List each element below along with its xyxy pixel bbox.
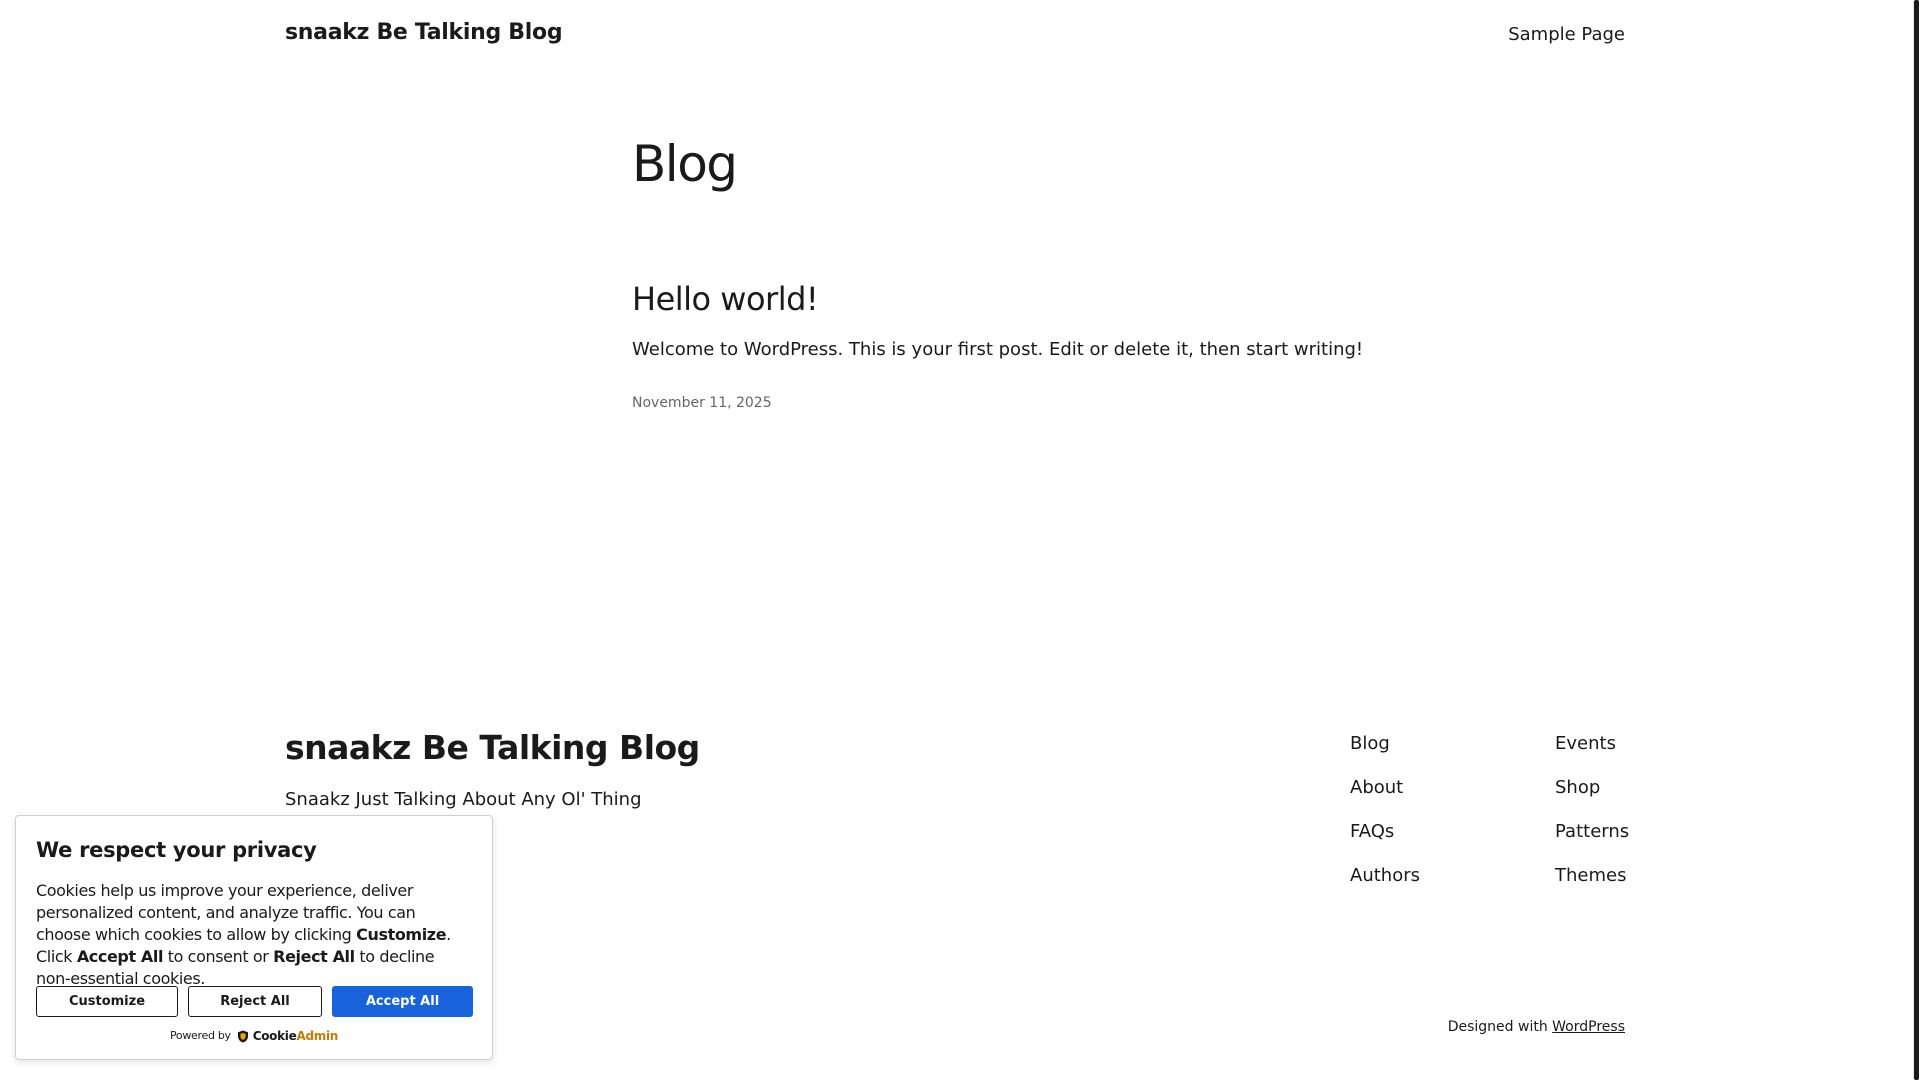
accept-all-button[interactable]: Accept All — [332, 986, 473, 1017]
footer-credit: Designed with WordPress — [1448, 1019, 1625, 1035]
wordpress-link[interactable]: WordPress — [1552, 1019, 1625, 1035]
footer-nav-column-2: Events Shop Patterns Themes — [1555, 732, 1735, 908]
footer-link-faqs[interactable]: FAQs — [1350, 820, 1530, 864]
reject-all-button[interactable]: Reject All — [188, 986, 322, 1017]
cookie-text-bold-customize: Customize — [356, 925, 447, 944]
powered-by-label: Powered by — [169, 1029, 231, 1042]
cookie-consent-banner: We respect your privacy Cookies help us … — [15, 815, 493, 1060]
footer-site-title[interactable]: snaakz Be Talking Blog — [285, 728, 700, 767]
footer-tagline: Snaakz Just Talking About Any Ol' Thing — [285, 789, 642, 810]
footer-link-themes[interactable]: Themes — [1555, 864, 1735, 908]
cookie-text-bold-reject: Reject All — [273, 947, 355, 966]
scrollbar-thumb[interactable] — [1914, 0, 1919, 1080]
cookie-banner-text: Cookies help us improve your experience,… — [36, 880, 472, 990]
post-title-link[interactable]: Hello world! — [632, 280, 819, 318]
brand-name-part-2: Admin — [296, 1029, 339, 1043]
brand-name-part-1: Cookie — [252, 1029, 297, 1043]
cookieadmin-logo[interactable]: CookieAdmin — [237, 1029, 338, 1043]
footer-link-about[interactable]: About — [1350, 776, 1530, 820]
footer-link-patterns[interactable]: Patterns — [1555, 820, 1735, 864]
post-date-link[interactable]: November 11, 2025 — [632, 395, 772, 411]
page-title: Blog — [632, 135, 738, 193]
footer-link-blog[interactable]: Blog — [1350, 732, 1530, 776]
powered-by: Powered by CookieAdmin — [16, 1029, 492, 1043]
customize-button[interactable]: Customize — [36, 986, 178, 1017]
footer-link-authors[interactable]: Authors — [1350, 864, 1530, 908]
nav-link-sample-page[interactable]: Sample Page — [1508, 24, 1625, 45]
footer-link-events[interactable]: Events — [1555, 732, 1735, 776]
footer-link-shop[interactable]: Shop — [1555, 776, 1735, 820]
post-excerpt: Welcome to WordPress. This is your first… — [632, 339, 1364, 360]
cookie-banner-heading: We respect your privacy — [36, 838, 317, 862]
cookie-button-row: Customize Reject All Accept All — [36, 986, 474, 1018]
cookie-text-part-3: to consent or — [163, 947, 274, 966]
cookie-text-bold-accept: Accept All — [76, 947, 164, 966]
footer-nav-column-1: Blog About FAQs Authors — [1350, 732, 1530, 908]
credit-prefix: Designed with — [1447, 1019, 1548, 1035]
post-title: Hello world! — [632, 280, 819, 318]
site-title-link[interactable]: snaakz Be Talking Blog — [285, 20, 563, 45]
shield-icon — [238, 1030, 249, 1042]
